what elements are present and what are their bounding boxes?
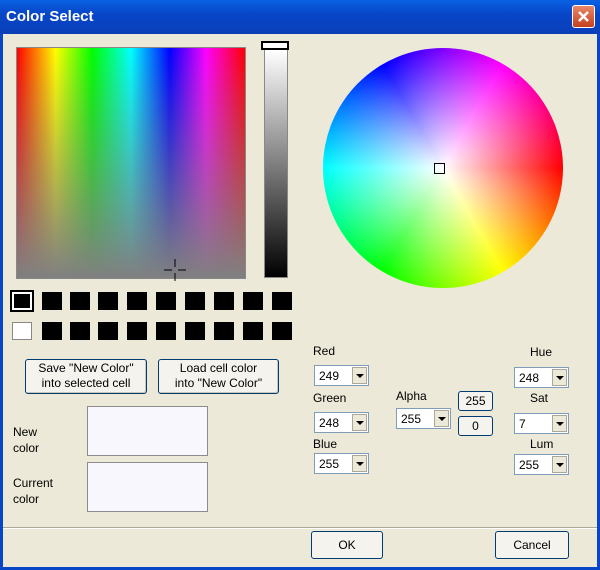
window-title: Color Select xyxy=(6,8,94,25)
red-label: Red xyxy=(313,344,336,358)
color-spectrum[interactable] xyxy=(16,47,246,279)
green-select[interactable]: 248 xyxy=(314,412,369,433)
current-color-label: Current color xyxy=(13,476,54,506)
blue-label: Blue xyxy=(313,437,338,451)
current-color-preview xyxy=(87,462,208,512)
custom-color-cell[interactable] xyxy=(243,292,263,310)
custom-color-cell[interactable] xyxy=(42,292,62,310)
custom-color-cell[interactable] xyxy=(98,292,118,310)
cancel-button[interactable]: Cancel xyxy=(495,531,569,559)
chevron-down-icon xyxy=(556,463,564,467)
alpha-max-button[interactable]: 255 xyxy=(458,391,493,411)
lum-select[interactable]: 255 xyxy=(514,454,569,475)
sat-label: Sat xyxy=(530,391,549,405)
chevron-down-icon xyxy=(438,417,446,421)
save-new-color-button[interactable]: Save "New Color" into selected cell xyxy=(25,359,147,394)
load-cell-color-button[interactable]: Load cell color into "New Color" xyxy=(158,359,279,394)
new-color-preview xyxy=(87,406,208,456)
sat-select[interactable]: 7 xyxy=(514,413,569,434)
luminance-slider[interactable] xyxy=(264,49,288,278)
custom-color-cell[interactable] xyxy=(10,290,34,312)
custom-color-cell[interactable] xyxy=(272,322,292,340)
custom-color-cell[interactable] xyxy=(156,292,176,310)
chevron-down-icon xyxy=(556,376,564,380)
chevron-down-icon xyxy=(356,462,364,466)
green-label: Green xyxy=(313,391,347,405)
blue-select[interactable]: 255 xyxy=(314,453,369,474)
close-icon xyxy=(578,11,589,22)
ok-button[interactable]: OK xyxy=(311,531,383,559)
hue-label: Hue xyxy=(530,345,553,359)
custom-color-cell[interactable] xyxy=(156,322,176,340)
title-bar: Color Select xyxy=(0,0,600,34)
alpha-label: Alpha xyxy=(396,389,427,403)
custom-color-cell[interactable] xyxy=(127,292,147,310)
custom-color-cell[interactable] xyxy=(42,322,62,340)
custom-color-cell[interactable] xyxy=(272,292,292,310)
custom-color-cell[interactable] xyxy=(243,322,263,340)
footer-separator xyxy=(3,527,597,529)
chevron-down-icon xyxy=(556,422,564,426)
custom-color-cell[interactable] xyxy=(185,322,205,340)
custom-color-cell[interactable] xyxy=(98,322,118,340)
alpha-min-button[interactable]: 0 xyxy=(458,416,493,436)
new-color-label: New color xyxy=(13,425,40,455)
chevron-down-icon xyxy=(356,374,364,378)
chevron-down-icon xyxy=(356,421,364,425)
red-select[interactable]: 249 xyxy=(314,365,369,386)
custom-color-cell[interactable] xyxy=(214,292,234,310)
custom-color-cell[interactable] xyxy=(70,322,90,340)
close-button[interactable] xyxy=(572,5,595,28)
custom-color-cell[interactable] xyxy=(70,292,90,310)
custom-color-cell[interactable] xyxy=(12,322,32,340)
hue-select[interactable]: 248 xyxy=(514,367,569,388)
custom-color-cell[interactable] xyxy=(127,322,147,340)
luminance-handle[interactable] xyxy=(261,41,289,50)
alpha-select[interactable]: 255 xyxy=(396,408,451,429)
custom-color-cell[interactable] xyxy=(214,322,234,340)
crosshair-icon xyxy=(164,259,186,281)
custom-color-cell[interactable] xyxy=(185,292,205,310)
color-wheel-marker[interactable] xyxy=(434,163,445,174)
lum-label: Lum xyxy=(530,437,554,451)
